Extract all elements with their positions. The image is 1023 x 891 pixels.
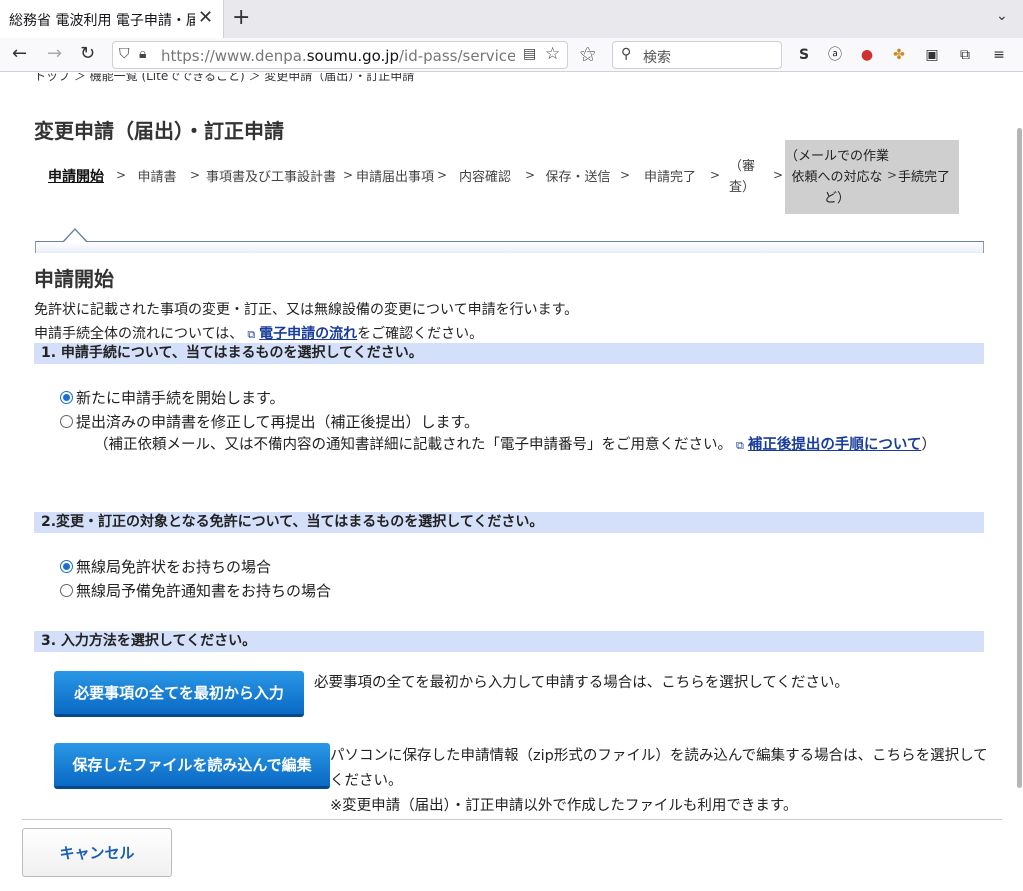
step-done: 手続完了 bbox=[889, 140, 959, 214]
external-link-icon: ⧉ bbox=[247, 328, 256, 341]
breadcrumb: トップ ＞ 機能一覧 (Liteでできること) ＞ 変更申請（届出）・訂正申請 bbox=[34, 73, 415, 83]
step-items: 申請届出事項 bbox=[356, 169, 435, 185]
radio-resubmit[interactable] bbox=[60, 415, 73, 428]
panel-notch-inner bbox=[64, 230, 86, 242]
browser-tab[interactable]: 総務省 電波利用 電子申請・届出 ✕ bbox=[0, 0, 224, 38]
step-application: 申請書 bbox=[137, 169, 177, 185]
q2-option-preliminary-label: 無線局予備免許通知書をお持ちの場合 bbox=[76, 582, 332, 600]
intro-text: 免許状に記載された事項の変更・訂正、又は無線設備の変更について申請を行います。 bbox=[34, 302, 579, 318]
pocket-icon[interactable]: ⚝ bbox=[580, 44, 596, 64]
close-tab-icon[interactable]: ✕ bbox=[198, 8, 213, 28]
step-arrow: > bbox=[773, 168, 784, 182]
step-start: 申請開始 bbox=[48, 168, 104, 185]
search-placeholder: 検索 bbox=[643, 50, 671, 66]
shield-icon[interactable]: ⛉ bbox=[119, 46, 130, 62]
extensions-icon[interactable]: ⧉ bbox=[956, 46, 974, 64]
flow-link[interactable]: 電子申請の流れ bbox=[259, 326, 357, 342]
footer-divider bbox=[22, 819, 1002, 820]
new-tab-icon[interactable]: + bbox=[232, 6, 250, 30]
question-2-heading: 2.変更・訂正の対象となる免許について、当てはまるものを選択してください。 bbox=[34, 512, 984, 533]
lock-icon[interactable]: 🔒︎ bbox=[139, 46, 146, 62]
resubmit-procedure-link[interactable]: 補正後提出の手順について bbox=[748, 437, 922, 453]
load-saved-file-desc: パソコンに保存した申請情報（zip形式のファイル）を読み込んで編集する場合は、こ… bbox=[330, 748, 988, 789]
panel-border bbox=[35, 241, 984, 253]
q2-option-preliminary[interactable]: 無線局予備免許通知書をお持ちの場合 bbox=[60, 580, 331, 601]
step-design: 事項書及び工事設計書 bbox=[205, 169, 336, 185]
nav-bar: ← → ↻ ⛉ 🔒︎ https://www.denpa.soumu.go.jp… bbox=[0, 38, 1023, 72]
q1-option-new-label: 新たに申請手続を開始します。 bbox=[76, 389, 285, 407]
radio-license[interactable] bbox=[60, 560, 73, 573]
step-review: （審査） bbox=[728, 159, 755, 195]
url-text[interactable]: https://www.denpa.soumu.go.jp/id-pass/se… bbox=[161, 47, 515, 65]
step-email-response: （メールでの作業依頼への対応など） bbox=[785, 140, 889, 214]
q2-option-license[interactable]: 無線局免許状をお持ちの場合 bbox=[60, 556, 271, 577]
step-arrow: > bbox=[710, 168, 721, 182]
forward-icon[interactable]: → bbox=[47, 43, 62, 65]
load-saved-file-note: ※変更申請（届出）・訂正申請以外で作成したファイルも利用できます。 bbox=[330, 798, 798, 814]
tab-bar: 総務省 電波利用 電子申請・届出 ✕ + ⌄ bbox=[0, 0, 1023, 38]
q1-note: （補正依頼メール、又は不備内容の通知書詳細に記載された「電子申請番号」をご用意く… bbox=[94, 433, 986, 458]
page-content: トップ ＞ 機能一覧 (Liteでできること) ＞ 変更申請（届出）・訂正申請 … bbox=[0, 73, 1023, 891]
section-title: 申請開始 bbox=[34, 267, 114, 291]
back-icon[interactable]: ← bbox=[12, 43, 27, 65]
q1-note-close: ） bbox=[921, 437, 936, 453]
q2-option-license-label: 無線局免許状をお持ちの場合 bbox=[76, 558, 272, 576]
load-saved-file-button[interactable]: 保存したファイルを読み込んで編集 bbox=[54, 743, 330, 789]
q1-option-resubmit-label: 提出済みの申請書を修正して再提出（補正後提出）します。 bbox=[76, 413, 480, 431]
step-arrow: > bbox=[620, 168, 631, 182]
search-icon: ⚲ bbox=[621, 46, 632, 62]
radio-new[interactable] bbox=[60, 391, 73, 404]
q1-option-resubmit[interactable]: 提出済みの申請書を修正して再提出（補正後提出）します。 bbox=[60, 411, 479, 432]
reader-view-icon[interactable]: ▤ bbox=[523, 46, 536, 62]
step-arrow: > bbox=[190, 168, 201, 182]
tab-title: 総務省 電波利用 電子申請・届出 bbox=[9, 13, 195, 29]
input-from-start-desc: 必要事項の全てを最初から入力して申請する場合は、こちらを選択してください。 bbox=[314, 675, 849, 691]
chevron-down-icon[interactable]: ⌄ bbox=[996, 8, 1008, 24]
step-arrow: > bbox=[887, 168, 898, 182]
step-confirm: 内容確認 bbox=[458, 169, 511, 185]
radio-preliminary[interactable] bbox=[60, 584, 73, 597]
extension-s-icon[interactable]: S bbox=[795, 46, 813, 64]
search-input[interactable]: ⚲ 検索 bbox=[612, 41, 782, 69]
step-arrow: > bbox=[525, 168, 536, 182]
bookmark-star-icon[interactable]: ☆ bbox=[545, 44, 560, 64]
step-save-send: 保存・送信 bbox=[545, 169, 611, 185]
step-complete: 申請完了 bbox=[643, 169, 696, 185]
q1-note-text: （補正依頼メール、又は不備内容の通知書詳細に記載された「電子申請番号」をご用意く… bbox=[94, 437, 732, 453]
intro-flow-before: 申請手続全体の流れについては、 bbox=[34, 326, 244, 342]
step-arrow: > bbox=[116, 168, 127, 182]
intro-flow-text: 申請手続全体の流れについては、 ⧉ 電子申請の流れをご確認ください。 bbox=[34, 323, 483, 343]
progress-steps: 申請開始 > 申請書 > 事項書及び工事設計書 > 申請届出事項 > 内容確認 … bbox=[34, 140, 959, 214]
url-bar[interactable]: ⛉ 🔒︎ https://www.denpa.soumu.go.jp/id-pa… bbox=[112, 41, 568, 69]
reload-icon[interactable]: ↻ bbox=[80, 43, 95, 65]
question-1-heading: 1. 申請手続について、当てはまるものを選択してください。 bbox=[34, 343, 984, 364]
step-arrow: > bbox=[343, 168, 354, 182]
external-link-icon: ⧉ bbox=[736, 439, 744, 452]
input-from-start-button[interactable]: 必要事項の全てを最初から入力 bbox=[54, 671, 304, 717]
extension-translate-icon[interactable]: ⓐ bbox=[826, 46, 844, 64]
extensions-folder-icon[interactable]: ▣ bbox=[923, 46, 941, 64]
extension-color-icon[interactable]: ● bbox=[858, 46, 876, 64]
extension-puzzle-icon[interactable]: ✤ bbox=[890, 46, 908, 64]
menu-icon[interactable]: ≡ bbox=[990, 46, 1008, 64]
step-arrow: > bbox=[437, 168, 448, 182]
cancel-button[interactable]: キャンセル bbox=[22, 828, 172, 877]
question-3-heading: 3. 入力方法を選択してください。 bbox=[34, 631, 984, 652]
q1-option-new[interactable]: 新たに申請手続を開始します。 bbox=[60, 387, 285, 408]
page-scrollbar[interactable] bbox=[1017, 128, 1022, 788]
intro-flow-after: をご確認ください。 bbox=[357, 326, 484, 342]
